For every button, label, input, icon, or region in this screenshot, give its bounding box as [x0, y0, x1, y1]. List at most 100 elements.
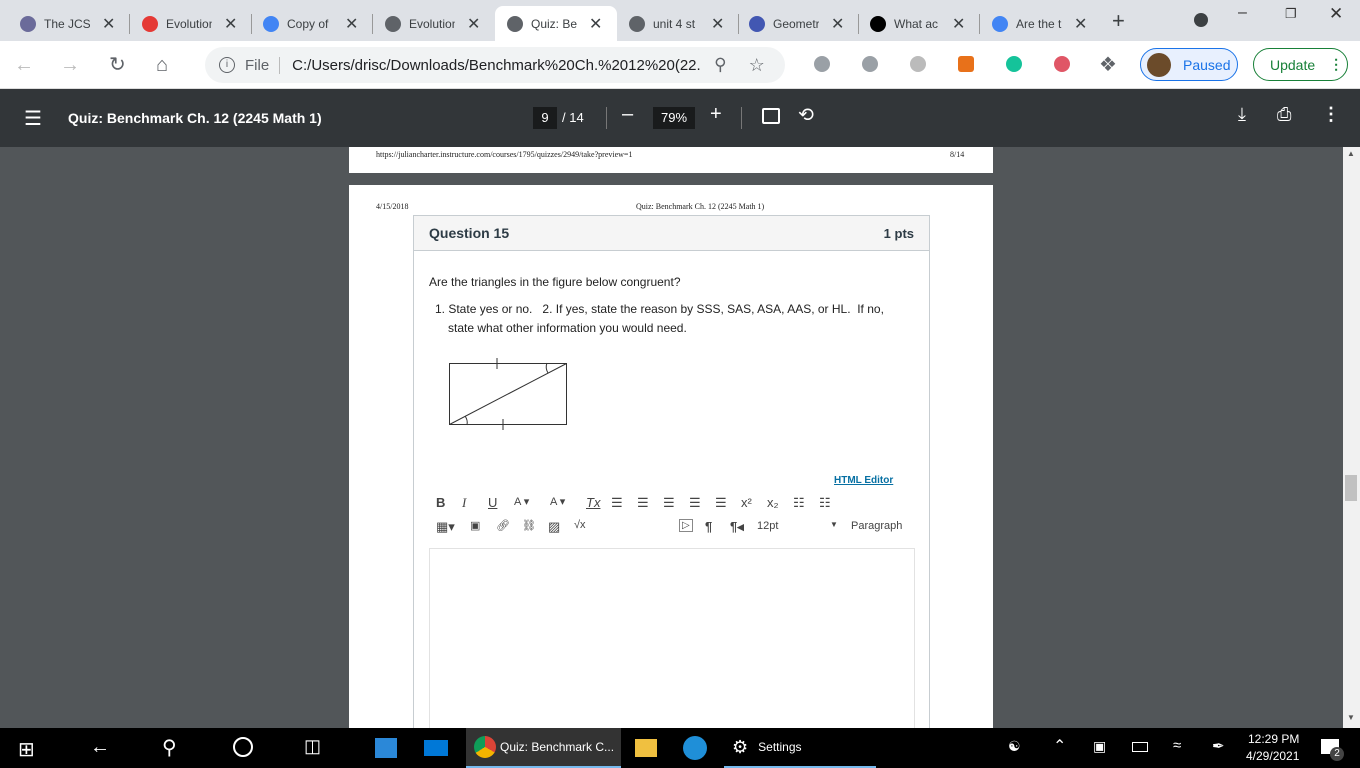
edge-icon[interactable] — [683, 736, 707, 760]
taskbar-settings[interactable]: ⚙ Settings — [724, 728, 876, 768]
extension-icon[interactable] — [910, 56, 926, 72]
superscript-icon[interactable]: x² — [741, 495, 752, 510]
close-tab-icon[interactable]: ✕ — [224, 14, 237, 34]
reload-button[interactable]: ↻ — [109, 53, 126, 77]
highlight-icon[interactable]: A ▾ — [550, 495, 565, 508]
shield-extension-icon[interactable] — [1054, 56, 1070, 72]
answer-textarea[interactable] — [429, 548, 915, 748]
cortana-icon[interactable] — [233, 737, 253, 757]
mail-icon[interactable] — [424, 740, 448, 756]
skype-extension-icon[interactable] — [814, 56, 830, 72]
back-icon[interactable]: ← — [90, 736, 110, 759]
align-left-icon[interactable]: ☰ — [611, 495, 623, 511]
math-icon[interactable]: √x — [574, 519, 586, 531]
outdent-icon[interactable]: ☰ — [689, 495, 701, 511]
align-right-icon[interactable]: ☰ — [663, 495, 675, 511]
fit-page-icon[interactable] — [762, 108, 780, 124]
media-icon[interactable]: ▣ — [470, 519, 480, 532]
bullet-list-icon[interactable]: ☷ — [793, 495, 805, 511]
subscript-icon[interactable]: x₂ — [767, 495, 779, 510]
zoom-in-button[interactable]: + — [710, 103, 722, 126]
tab[interactable]: Quiz: Be ✕ — [495, 6, 617, 41]
download-icon[interactable]: ⤓ — [1238, 104, 1246, 125]
bold-icon[interactable]: B — [436, 495, 445, 510]
tab[interactable]: Copy of ✕ — [251, 6, 373, 41]
windows-start-icon[interactable]: ⊞ — [18, 737, 35, 762]
tab[interactable]: Are the t ✕ — [980, 6, 1101, 41]
tab[interactable]: unit 4 st ✕ — [617, 6, 739, 41]
close-tab-icon[interactable]: ✕ — [1074, 14, 1087, 34]
taskbar-chrome[interactable]: Quiz: Benchmark C... — [466, 728, 621, 768]
dropdown-arrow-icon[interactable]: ▼ — [830, 520, 838, 529]
restore-button[interactable]: ❐ — [1285, 6, 1297, 22]
embed-icon[interactable]: ▷ — [679, 519, 693, 532]
url-text[interactable]: C:/Users/drisc/Downloads/Benchmark%20Ch.… — [292, 57, 700, 74]
pen-icon[interactable]: ✒ — [1212, 737, 1225, 755]
file-explorer-icon[interactable] — [635, 739, 657, 757]
underline-icon[interactable]: U — [488, 495, 497, 510]
clock-time[interactable]: 12:29 PM — [1248, 732, 1299, 746]
battery-icon[interactable] — [1132, 742, 1148, 752]
numbered-list-icon[interactable]: ☷ — [819, 495, 831, 511]
close-tab-icon[interactable]: ✕ — [831, 14, 844, 34]
zoom-icon[interactable]: ⚲ — [714, 55, 726, 75]
update-button[interactable]: Update ⋮ — [1253, 48, 1348, 81]
italic-icon[interactable]: I — [462, 495, 466, 511]
profile-button[interactable]: Paused — [1140, 48, 1238, 81]
close-tab-icon[interactable]: ✕ — [952, 14, 965, 34]
tab[interactable]: Geometr ✕ — [737, 6, 859, 41]
meet-now-icon[interactable]: ▣ — [1093, 738, 1106, 755]
extensions-puzzle-icon[interactable]: ❖ — [1099, 52, 1117, 77]
rotate-icon[interactable]: ⟲ — [798, 104, 814, 127]
chevron-up-icon[interactable]: ⌃ — [1053, 736, 1066, 756]
scrollbar[interactable]: ▲ ▼ — [1343, 147, 1360, 728]
minimize-button[interactable]: – — [1238, 4, 1247, 22]
menu-hamburger-icon[interactable]: ☰ — [24, 106, 42, 131]
tab[interactable]: Evolution ✕ — [373, 6, 494, 41]
indent-icon[interactable]: ☰ — [715, 495, 727, 511]
close-tab-icon[interactable]: ✕ — [589, 14, 602, 34]
tab[interactable]: Evolution ✕ — [130, 6, 252, 41]
link-icon[interactable]: 🔗︎ — [496, 519, 510, 532]
image-icon[interactable]: ▨ — [548, 519, 560, 535]
menu-kebab-icon[interactable]: ⋮ — [1329, 56, 1343, 73]
html-editor-link[interactable]: HTML Editor — [834, 475, 893, 486]
text-color-icon[interactable]: A ▾ — [514, 495, 529, 508]
align-center-icon[interactable]: ☰ — [637, 495, 649, 511]
close-tab-icon[interactable]: ✕ — [345, 14, 358, 34]
search-icon[interactable]: ⚲ — [162, 735, 177, 760]
home-button[interactable]: ⌂ — [156, 53, 168, 77]
info-icon[interactable]: i — [219, 57, 235, 73]
clear-format-icon[interactable]: Tx — [586, 495, 600, 510]
table-icon[interactable]: ▦▾ — [436, 519, 455, 535]
zoom-input[interactable]: 79% — [653, 107, 695, 129]
more-options-icon[interactable]: ⋮ — [1322, 104, 1340, 125]
bookmark-star-icon[interactable]: ☆ — [749, 55, 765, 76]
font-size-select[interactable]: 12pt — [757, 520, 778, 532]
tab-search-icon[interactable] — [1194, 13, 1208, 27]
scrollbar-thumb[interactable] — [1345, 475, 1357, 501]
forward-button[interactable]: → — [60, 53, 80, 77]
print-icon[interactable]: ⎙ — [1277, 104, 1291, 125]
extension-icon[interactable] — [958, 56, 974, 72]
tab[interactable]: The JCS ✕ — [8, 6, 130, 41]
zoom-out-button[interactable]: – — [622, 103, 633, 126]
tab[interactable]: What ac ✕ — [858, 6, 980, 41]
close-tab-icon[interactable]: ✕ — [102, 14, 115, 34]
extension-icon[interactable] — [862, 56, 878, 72]
people-icon[interactable]: ☯ — [1008, 738, 1021, 755]
page-number-input[interactable]: 9 — [533, 107, 557, 129]
ltr-icon[interactable]: ¶ — [705, 519, 712, 534]
address-bar[interactable]: i File C:/Users/drisc/Downloads/Benchmar… — [205, 47, 785, 83]
store-icon[interactable] — [375, 738, 397, 758]
rtl-icon[interactable]: ¶◂ — [730, 519, 744, 535]
task-view-icon[interactable]: ◫ — [304, 736, 321, 757]
wifi-icon[interactable]: ≈ — [1173, 737, 1181, 754]
close-tab-icon[interactable]: ✕ — [711, 14, 724, 34]
block-format-select[interactable]: Paragraph — [851, 520, 902, 532]
back-button[interactable]: ← — [14, 53, 34, 77]
clock-date[interactable]: 4/29/2021 — [1246, 749, 1299, 763]
close-window-button[interactable]: ✕ — [1329, 4, 1343, 24]
new-tab-button[interactable]: + — [1112, 8, 1125, 34]
unlink-icon[interactable]: ⛓ — [522, 519, 536, 532]
